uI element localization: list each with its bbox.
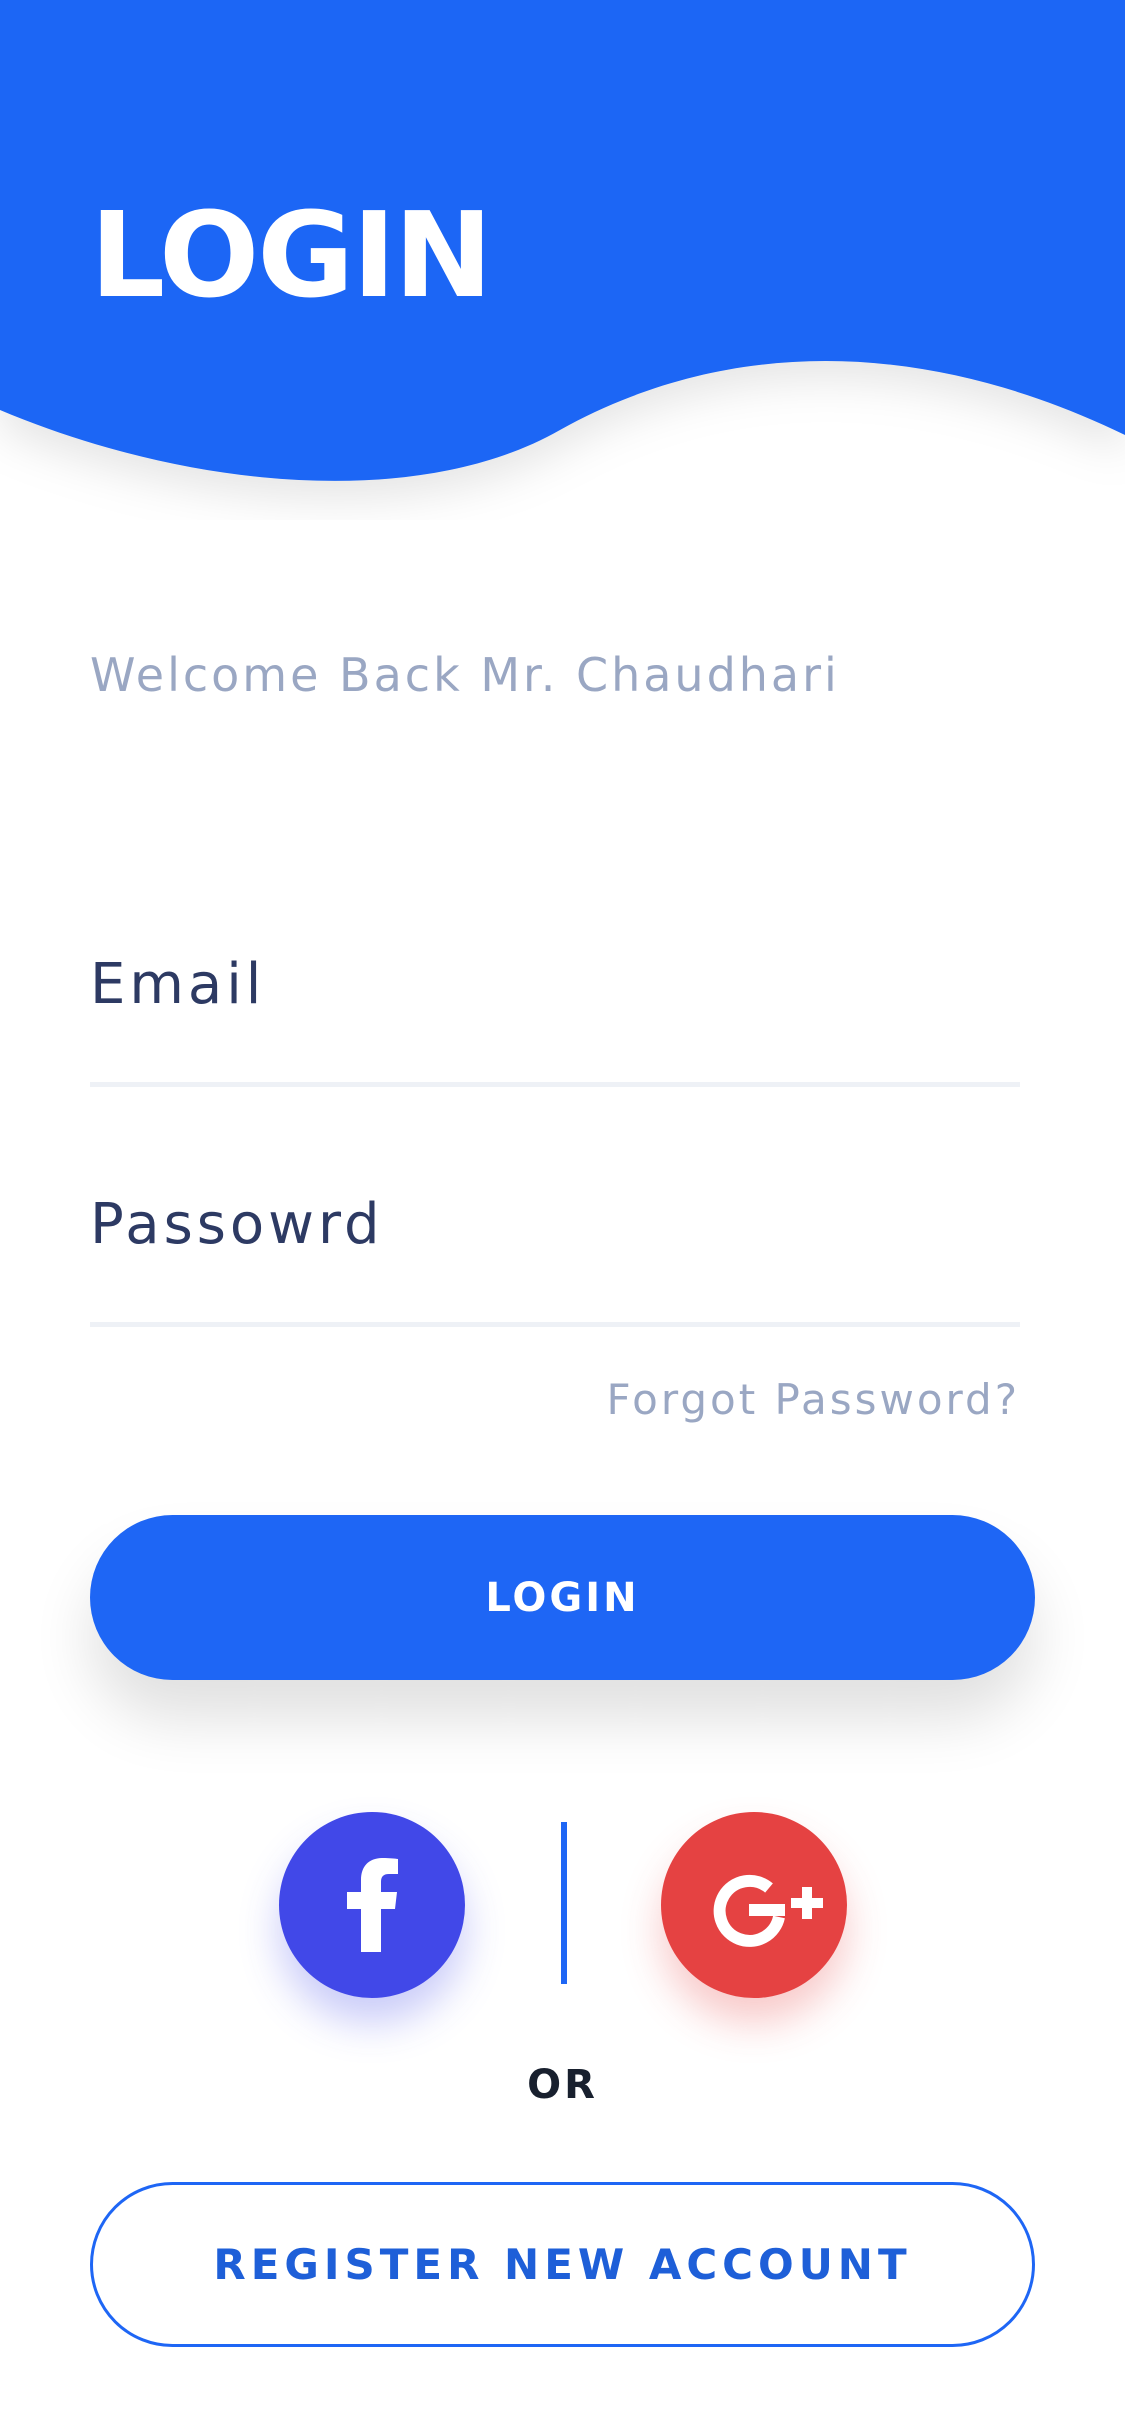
google-plus-login-button[interactable] [661, 1812, 847, 1998]
page-title: LOGIN [90, 186, 493, 324]
password-underline [90, 1322, 1020, 1327]
or-separator: OR [527, 2062, 598, 2108]
welcome-message: Welcome Back Mr. Chaudhari [90, 648, 840, 702]
register-new-account-button[interactable]: REGISTER NEW ACCOUNT [90, 2182, 1035, 2347]
email-input[interactable] [90, 1020, 1020, 1070]
email-label: Email [90, 952, 266, 1017]
email-underline [90, 1082, 1020, 1087]
login-header: LOGIN [0, 0, 1125, 520]
password-field[interactable]: Passowrd [90, 1180, 1020, 1360]
facebook-login-button[interactable] [279, 1812, 465, 1998]
password-input[interactable] [90, 1260, 1020, 1310]
login-button[interactable]: LOGIN [90, 1515, 1035, 1680]
password-label: Passowrd [90, 1192, 384, 1257]
forgot-password-link[interactable]: Forgot Password? [606, 1365, 1020, 1435]
email-field[interactable]: Email [90, 940, 1020, 1120]
google-plus-icon [713, 1874, 823, 1947]
social-divider [561, 1822, 567, 1984]
facebook-icon [347, 1858, 398, 1952]
